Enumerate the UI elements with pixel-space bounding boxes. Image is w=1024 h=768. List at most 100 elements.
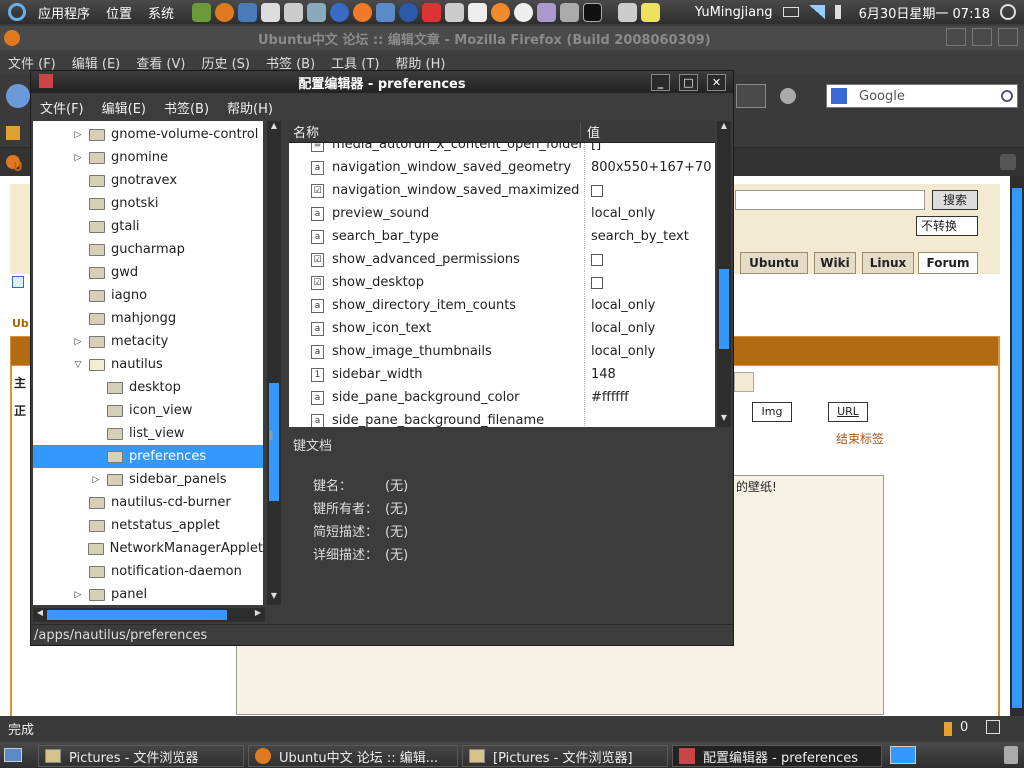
tree-hscroll-thumb[interactable] [47,610,227,620]
checkbox[interactable] [591,184,603,197]
font-launcher-icon[interactable] [514,2,534,22]
web-tab-forum[interactable]: Forum [918,252,978,274]
key-row[interactable]: a search_bar_type search_by_text [289,225,715,248]
tree-item[interactable]: desktop [33,376,263,399]
workspace-switcher[interactable] [890,746,916,764]
ubuntu-logo-icon[interactable] [8,3,26,21]
expander-arrow-icon[interactable]: ▷ [71,337,85,347]
key-row[interactable]: a show_directory_item_counts local_only [289,294,715,317]
network-signal-icon[interactable] [808,5,825,19]
terminal-launcher-icon[interactable] [583,2,603,22]
pdf-launcher-icon[interactable] [468,2,488,22]
key-value[interactable]: local_only [584,202,655,225]
tree-item[interactable]: gwd [33,261,263,284]
key-value[interactable]: #ffffff [584,386,629,409]
tree-item[interactable]: notification-daemon [33,560,263,583]
value-column-header[interactable]: 值 [581,122,600,141]
key-row[interactable]: a preview_sound local_only [289,202,715,225]
menu-edit[interactable]: 编辑(E) [93,98,155,117]
web-tab-wiki[interactable]: Wiki [814,252,856,274]
tree-item[interactable]: gucharmap [33,238,263,261]
screenshot-launcher-icon[interactable] [445,2,465,22]
task-gconf[interactable]: 配置编辑器 - preferences [672,745,882,767]
url-dropdown-icon[interactable] [736,84,766,108]
menu-file[interactable]: 文件(F) [31,98,93,117]
task-pictures-2[interactable]: [Pictures - 文件浏览器] [462,745,668,767]
key-value[interactable]: local_only [584,317,655,340]
spiral-launcher-icon[interactable] [353,2,373,22]
applications-menu[interactable]: 应用程序 [30,3,98,22]
list-scroll-up-button[interactable]: ▲ [717,121,731,135]
tree-item[interactable]: list_view [33,422,263,445]
tree-item[interactable]: gnotravex [33,169,263,192]
expander-arrow-icon[interactable]: ▷ [71,153,85,163]
web-tab-linux[interactable]: Linux [862,252,914,274]
key-value[interactable]: 148 [584,363,616,386]
key-value[interactable]: local_only [584,294,655,317]
expander-arrow-icon[interactable]: ▷ [89,475,103,485]
clock[interactable]: 6月30日星期一 07:18 [859,3,990,22]
end-tag-link[interactable]: 结束标签 [836,430,884,447]
magnifier-icon[interactable] [1001,90,1013,102]
tree-item[interactable]: iagno [33,284,263,307]
ff-menu-bookmarks[interactable]: 书签 (B) [258,53,323,72]
tree-item[interactable]: mahjongg [33,307,263,330]
volume-icon[interactable] [834,5,849,19]
firefox-maximize-button[interactable] [972,28,992,46]
tools-launcher-icon[interactable] [560,2,580,22]
dialog-minimize-button[interactable]: _ [651,74,670,91]
tree-item[interactable]: NetworkManagerApplet [33,537,263,560]
firefox-titlebar[interactable]: Ubuntu中文 论坛 :: 编辑文章 - Mozilla Firefox (B… [0,26,1024,50]
network-launcher-icon[interactable] [284,2,304,22]
bookmark-folder-icon[interactable] [6,126,20,140]
search-input[interactable]: Google [859,89,905,104]
monitor-launcher-icon[interactable] [376,2,396,22]
tree-hscrollbar[interactable]: ◀ ▶ [33,608,265,622]
blocked-icon[interactable] [944,722,952,736]
home-launcher-icon[interactable] [261,2,281,22]
book-launcher-icon[interactable] [192,2,212,22]
key-row[interactable]: ☑ navigation_window_saved_maximized [289,179,715,202]
key-value-checkbox[interactable] [584,179,603,202]
pane-splitter[interactable]: ‖ [269,431,277,443]
tree-vscrollbar[interactable]: ▲ ▼ [267,121,281,605]
tree-item[interactable]: ▽ nautilus [33,353,263,376]
show-desktop-icon[interactable] [618,2,638,22]
key-value[interactable]: 800x550+167+70 [584,156,711,179]
firefox-vscrollbar[interactable] [1010,176,1024,716]
firefox-launcher-icon[interactable] [215,2,235,22]
tree-item[interactable]: ▷ panel [33,583,263,605]
search-box[interactable]: Google [826,84,1018,108]
key-value-checkbox[interactable] [584,271,603,294]
key-row[interactable]: a navigation_window_saved_geometry 800x550… [289,156,715,179]
user-name[interactable]: YuMingjiang [695,5,773,20]
firefox-minimize-button[interactable] [946,28,966,46]
globe-launcher-icon[interactable] [399,2,419,22]
task-pictures-1[interactable]: Pictures - 文件浏览器 [38,745,244,767]
tree-item[interactable]: icon_view [33,399,263,422]
key-row[interactable]: a show_icon_text local_only [289,317,715,340]
close-tab-button[interactable] [1000,154,1016,170]
google-search-engine-icon[interactable] [831,88,847,104]
ff-menu-file[interactable]: 文件 (F) [0,53,64,72]
key-value[interactable]: search_by_text [584,225,689,248]
ff-menu-view[interactable]: 查看 (V) [128,53,193,72]
ff-menu-edit[interactable]: 编辑 (E) [64,53,129,72]
key-row[interactable]: 1 sidebar_width 148 [289,363,715,386]
expander-arrow-icon[interactable]: ▷ [71,590,85,600]
back-arrow-icon[interactable] [6,84,30,108]
ff-menu-history[interactable]: 历史 (S) [193,53,258,72]
mail-icon[interactable] [782,7,799,17]
tree-item[interactable]: ▷ gnomine [33,146,263,169]
key-value[interactable]: local_only [584,340,655,363]
expander-arrow-icon[interactable]: ▷ [71,130,85,140]
dialog-maximize-button[interactable]: □ [679,74,698,91]
key-row[interactable]: a side_pane_background_color #ffffff [289,386,715,409]
key-row[interactable]: ≡ media_autorun_x_content_open_folder[] [289,143,715,156]
bookmark-star-icon[interactable] [780,88,796,104]
trash-icon[interactable] [1004,746,1018,764]
ff-menu-tools[interactable]: 工具 (T) [323,53,387,72]
key-value[interactable] [584,409,591,427]
places-menu[interactable]: 位置 [98,3,140,22]
task-firefox[interactable]: Ubuntu中文 论坛 :: 编辑... [248,745,458,767]
